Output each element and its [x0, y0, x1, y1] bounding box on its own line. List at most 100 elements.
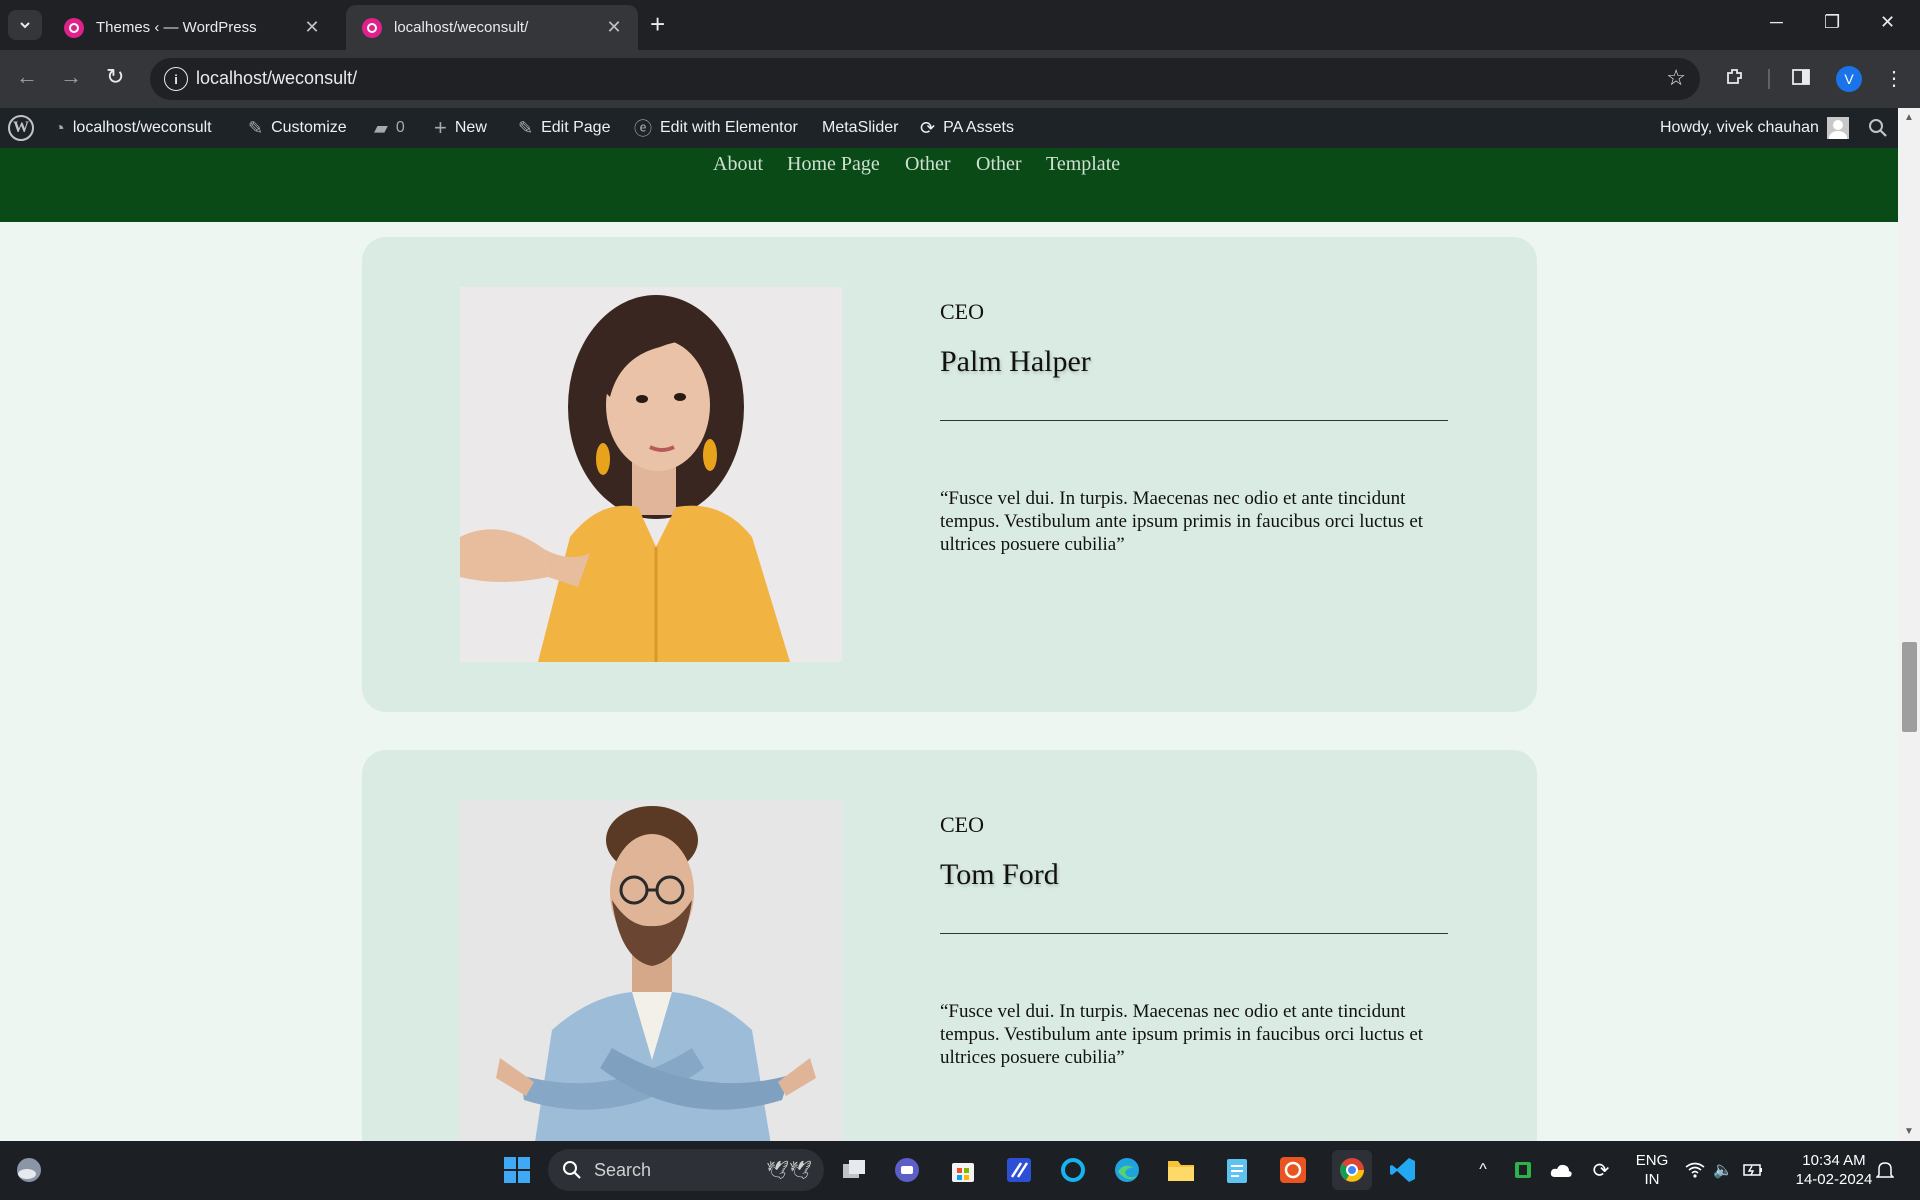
task-view-icon[interactable]: [838, 1153, 872, 1187]
user-avatar-icon: [1826, 117, 1849, 139]
team-name: Palm Halper: [940, 345, 1091, 378]
admin-bar-account[interactable]: Howdy, vivek chauhan: [1660, 108, 1849, 148]
tab-themes-wordpress[interactable]: Themes ‹ — WordPress ✕: [48, 5, 336, 50]
clock[interactable]: 10:34 AM 14-02-2024: [1784, 1151, 1884, 1189]
edge-browser-icon[interactable]: [1110, 1153, 1144, 1187]
tab-title: localhost/weconsult/: [394, 19, 529, 36]
elementor-label: Edit with Elementor: [660, 119, 798, 136]
comments-count: 0: [395, 119, 405, 136]
wordpress-favicon-icon: [362, 17, 382, 38]
onedrive-cloud-icon[interactable]: [1544, 1153, 1578, 1187]
forward-arrow-icon[interactable]: →: [60, 64, 82, 90]
search-icon: [1869, 119, 1887, 137]
tab-title: Themes ‹ — WordPress: [96, 19, 257, 36]
paintbrush-icon: ✎: [248, 117, 264, 138]
window-close-icon[interactable]: ✕: [1880, 12, 1895, 33]
site-header: About Home Page Other Other Template: [0, 148, 1898, 222]
metaslider-label: MetaSlider: [822, 119, 899, 136]
volume-icon[interactable]: 🔈: [1708, 1153, 1738, 1187]
extensions-puzzle-icon[interactable]: [1724, 66, 1746, 94]
address-bar[interactable]: i localhost/weconsult/ ☆: [150, 58, 1700, 100]
scroll-down-arrow-icon[interactable]: ▼: [1904, 1126, 1914, 1137]
admin-bar-elementor[interactable]: ⓔ Edit with Elementor: [634, 108, 798, 148]
pa-assets-label: PA Assets: [943, 119, 1014, 136]
reload-icon[interactable]: ↻: [106, 64, 124, 90]
chat-app-icon[interactable]: [890, 1153, 924, 1187]
admin-bar-site[interactable]: ◔ localhost/weconsult: [54, 108, 212, 148]
input-language[interactable]: ENG IN: [1630, 1151, 1674, 1189]
region-code: IN: [1644, 1171, 1660, 1188]
toolbar-divider: [1768, 69, 1770, 89]
minimize-icon[interactable]: ─: [1770, 12, 1783, 33]
notepad-icon[interactable]: [1220, 1153, 1254, 1187]
clock-time: 10:34 AM: [1802, 1152, 1866, 1169]
team-role: CEO: [940, 299, 984, 324]
team-card: CEO Palm Halper “Fusce vel dui. In turpi…: [362, 237, 1537, 712]
battery-icon[interactable]: [1738, 1153, 1768, 1187]
scrollbar-thumb[interactable]: [1902, 642, 1917, 732]
nav-link-other[interactable]: Other: [976, 153, 1022, 176]
page-scrollbar[interactable]: ▲ ▼: [1898, 108, 1920, 1141]
admin-bar-edit-page[interactable]: ✎ Edit Page: [518, 108, 610, 148]
nav-link-template[interactable]: Template: [1046, 153, 1120, 176]
show-hidden-icons-chevron-icon[interactable]: ^: [1466, 1153, 1500, 1187]
sync-icon: ⟳: [920, 117, 936, 138]
tab-search-button[interactable]: [8, 10, 42, 40]
chrome-browser-icon[interactable]: [1332, 1150, 1372, 1190]
howdy-text: Howdy, vivek chauhan: [1660, 119, 1819, 136]
browser-toolbar: ← → ↻ i localhost/weconsult/ ☆ ⋮: [0, 50, 1920, 108]
back-arrow-icon[interactable]: ←: [16, 64, 38, 90]
wordpress-logo-icon[interactable]: W: [8, 108, 34, 148]
profile-avatar[interactable]: V: [1836, 66, 1862, 92]
bookmark-star-icon[interactable]: ☆: [1666, 65, 1686, 91]
restore-icon[interactable]: ❐: [1824, 12, 1840, 33]
chevron-down-icon: [20, 22, 30, 29]
search-highlight-birds-icon: 🕊🕊: [766, 1159, 812, 1180]
browser-menu-icon[interactable]: ⋮: [1884, 66, 1904, 91]
new-label: New: [454, 119, 487, 136]
nav-link-about[interactable]: About: [713, 153, 763, 176]
close-icon[interactable]: ✕: [302, 17, 322, 38]
team-quote: “Fusce vel dui. In turpis. Maecenas nec …: [940, 1001, 1424, 1068]
scroll-up-arrow-icon[interactable]: ▲: [1904, 112, 1914, 123]
side-panel-icon[interactable]: [1790, 66, 1812, 94]
windows-start-icon[interactable]: [500, 1153, 534, 1187]
team-quote: “Fusce vel dui. In turpis. Maecenas nec …: [940, 488, 1424, 555]
file-explorer-icon[interactable]: [1164, 1153, 1198, 1187]
sync-status-icon[interactable]: ⟳: [1584, 1153, 1618, 1187]
team-name: Tom Ford: [940, 858, 1059, 891]
taskbar-search[interactable]: Search 🕊🕊: [548, 1149, 824, 1191]
admin-bar-search[interactable]: [1868, 108, 1888, 148]
tray-app-green-icon[interactable]: [1506, 1153, 1540, 1187]
wifi-icon[interactable]: [1680, 1153, 1710, 1187]
dashboard-gauge-icon: ◔: [54, 117, 65, 138]
comment-bubble-icon: ▰: [374, 117, 388, 138]
tab-weconsult[interactable]: localhost/weconsult/ ✕: [346, 5, 638, 50]
microsoft-store-icon[interactable]: [946, 1153, 980, 1187]
site-info-icon[interactable]: i: [164, 67, 188, 91]
taskbar-search-label: Search: [594, 1159, 652, 1180]
close-icon[interactable]: ✕: [604, 17, 624, 38]
notification-bell-icon[interactable]: [1870, 1153, 1900, 1187]
admin-bar-pa-assets[interactable]: ⟳ PA Assets: [920, 108, 1014, 148]
nav-link-home-page[interactable]: Home Page: [787, 153, 880, 176]
plus-icon: +: [434, 115, 447, 140]
admin-bar-new[interactable]: + New: [434, 108, 487, 148]
divider: [940, 933, 1448, 934]
url-text[interactable]: localhost/weconsult/: [196, 68, 357, 89]
admin-bar-comments[interactable]: ▰ 0: [374, 108, 405, 148]
language-code: ENG: [1635, 1152, 1669, 1169]
browser-tab-strip: Themes ‹ — WordPress ✕ localhost/weconsu…: [0, 0, 1920, 50]
page-viewport: About Home Page Other Other Template CEO…: [0, 148, 1898, 1141]
new-tab-plus-icon[interactable]: +: [650, 11, 665, 37]
admin-bar-customize[interactable]: ✎ Customize: [248, 108, 347, 148]
wp-admin-bar: W ◔ localhost/weconsult ✎ Customize ▰ 0 …: [0, 108, 1920, 148]
weather-widget-icon[interactable]: [12, 1153, 46, 1187]
nav-link-other[interactable]: Other: [905, 153, 951, 176]
cortana-circle-icon[interactable]: [1056, 1153, 1090, 1187]
app-slash-icon[interactable]: [1002, 1153, 1036, 1187]
vscode-icon[interactable]: [1386, 1153, 1420, 1187]
team-member-photo: [460, 287, 842, 662]
admin-bar-metaslider[interactable]: MetaSlider: [822, 108, 898, 148]
ubuntu-icon[interactable]: [1276, 1153, 1310, 1187]
